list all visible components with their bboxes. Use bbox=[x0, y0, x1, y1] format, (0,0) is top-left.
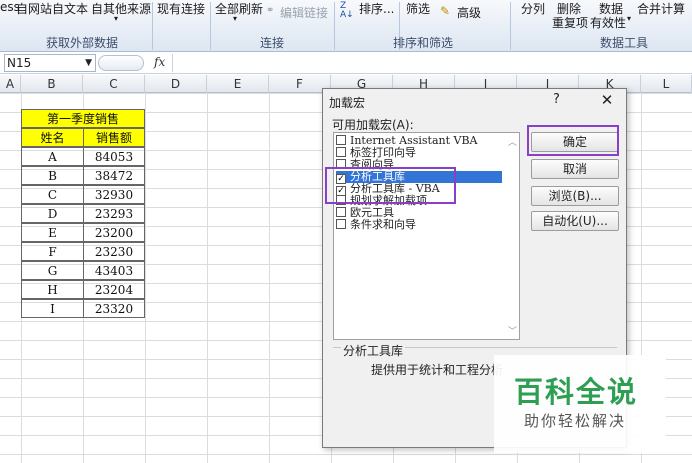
existing-connections-button[interactable]: 现有连接 bbox=[157, 0, 205, 17]
sales-cell[interactable]: 23230 bbox=[83, 242, 145, 261]
chevron-up-icon[interactable]: ︿ bbox=[508, 135, 517, 148]
chevron-down-icon: ▾ bbox=[114, 14, 119, 23]
addins-list[interactable]: ︿ ﹀ Internet Assistant VBA 标签打印向导 查阅向导 ✓ 分析工… bbox=[333, 132, 520, 340]
ribbon-separator bbox=[334, 2, 335, 50]
name-cell[interactable]: H bbox=[21, 280, 84, 299]
ok-button-highlight bbox=[527, 125, 619, 156]
automation-button[interactable]: 自动化(U)... bbox=[531, 211, 619, 231]
name-cell[interactable]: C bbox=[21, 185, 84, 204]
from-web-button[interactable]: 自网站 bbox=[16, 0, 52, 17]
sales-cell[interactable]: 38472 bbox=[83, 166, 145, 185]
sales-cell[interactable]: 23293 bbox=[83, 204, 145, 223]
sort-az-icon[interactable]: Z A↓ bbox=[340, 2, 354, 20]
watermark: 百科全说 助你轻松解决 bbox=[494, 355, 666, 453]
group-label-data-tools: 数据工具 bbox=[600, 36, 649, 50]
from-other-sources-button[interactable]: 自其他来源 bbox=[91, 0, 151, 17]
header-sales[interactable]: 销售额 bbox=[83, 128, 145, 147]
analysis-toolpak-highlight bbox=[325, 167, 456, 204]
sales-cell[interactable]: 43403 bbox=[83, 261, 145, 280]
ribbon: ess 自网站 自文本 自其他来源 ▾ 现有连接 全部刷新 ▾ ⚭ 编辑链接 Z… bbox=[0, 0, 692, 52]
description-title: 分析工具库 bbox=[341, 342, 406, 359]
table-title[interactable]: 第一季度销售 bbox=[21, 109, 145, 128]
link-icon: ⚭ bbox=[266, 5, 275, 16]
text-to-columns-button[interactable]: 分列 bbox=[521, 0, 545, 17]
formula-input[interactable] bbox=[172, 54, 690, 72]
watermark-subtitle: 助你轻松解决 bbox=[524, 412, 627, 430]
filter-button[interactable]: 筛选 bbox=[406, 0, 430, 17]
cancel-button[interactable]: 取消 bbox=[531, 159, 619, 179]
advanced-filter-icon: ✎ bbox=[440, 4, 451, 18]
column-header-b[interactable]: B bbox=[21, 75, 83, 93]
browse-button[interactable]: 浏览(B)... bbox=[531, 186, 619, 206]
chevron-down-icon[interactable]: ﹀ bbox=[508, 324, 517, 337]
formula-bar: N15 ▼ fx bbox=[0, 52, 692, 74]
name-cell[interactable]: E bbox=[21, 223, 84, 242]
advanced-button[interactable]: 高级 bbox=[457, 4, 481, 21]
dialog-title: 加载宏 bbox=[329, 96, 366, 110]
group-label-sort-filter: 排序和筛选 bbox=[393, 36, 454, 50]
name-cell[interactable]: B bbox=[21, 166, 84, 185]
addin-item-label: 条件求和向导 bbox=[350, 218, 416, 231]
sales-cell[interactable]: 32930 bbox=[83, 185, 145, 204]
formula-bar-toggle[interactable] bbox=[98, 55, 144, 71]
sales-cell[interactable]: 23200 bbox=[83, 223, 145, 242]
column-header-e[interactable]: E bbox=[207, 75, 269, 93]
chevron-down-icon[interactable]: ▼ bbox=[85, 55, 92, 71]
edit-links-button[interactable]: 编辑链接 bbox=[280, 4, 328, 21]
name-cell[interactable]: F bbox=[21, 242, 84, 261]
watermark-title: 百科全说 bbox=[514, 375, 639, 409]
available-addins-label: 可用加载宏(A): bbox=[332, 118, 414, 132]
column-header-d[interactable]: D bbox=[145, 75, 207, 93]
checkbox-icon[interactable] bbox=[336, 135, 346, 145]
help-icon[interactable]: ? bbox=[553, 92, 560, 107]
insert-function-icon[interactable]: fx bbox=[154, 55, 165, 69]
refresh-all-button[interactable]: 全部刷新 bbox=[215, 0, 263, 17]
description-text: 提供用于统计和工程分析 bbox=[371, 363, 504, 377]
ribbon-separator bbox=[210, 2, 211, 50]
header-name[interactable]: 姓名 bbox=[21, 128, 84, 147]
sales-cell[interactable]: 23204 bbox=[83, 280, 145, 299]
consolidate-button[interactable]: 合并计算 bbox=[637, 0, 685, 17]
chevron-down-icon: ▾ bbox=[233, 14, 238, 23]
name-box-value: N15 bbox=[7, 56, 32, 70]
sales-cell[interactable]: 23320 bbox=[83, 299, 145, 318]
name-cell[interactable]: G bbox=[21, 261, 84, 280]
group-label-connections: 连接 bbox=[260, 36, 285, 50]
from-text-button[interactable]: 自文本 bbox=[52, 0, 88, 17]
addin-item[interactable]: 条件求和向导 bbox=[336, 219, 502, 231]
checkbox-icon[interactable] bbox=[336, 147, 346, 157]
column-header-l[interactable]: L bbox=[641, 75, 692, 93]
ribbon-separator bbox=[152, 2, 153, 50]
sales-cell[interactable]: 84053 bbox=[83, 147, 145, 166]
name-cell[interactable]: I bbox=[21, 299, 84, 318]
sort-button[interactable]: 排序... bbox=[359, 0, 394, 17]
chevron-down-icon: ▾ bbox=[627, 14, 632, 23]
checkbox-icon[interactable] bbox=[336, 207, 346, 217]
group-label-external: 获取外部数据 bbox=[46, 36, 119, 50]
name-cell[interactable]: A bbox=[21, 147, 84, 166]
validation-label[interactable]: 有效性 bbox=[590, 14, 626, 31]
name-cell[interactable]: D bbox=[21, 204, 84, 223]
ribbon-separator bbox=[510, 2, 511, 50]
column-header-a[interactable]: A bbox=[0, 75, 21, 93]
column-header-c[interactable]: C bbox=[83, 75, 145, 93]
checkbox-icon[interactable] bbox=[336, 219, 346, 229]
name-box[interactable]: N15 ▼ bbox=[4, 54, 96, 72]
close-icon[interactable]: ✕ bbox=[594, 89, 620, 111]
remove-duplicates-label[interactable]: 重复项 bbox=[552, 14, 588, 31]
